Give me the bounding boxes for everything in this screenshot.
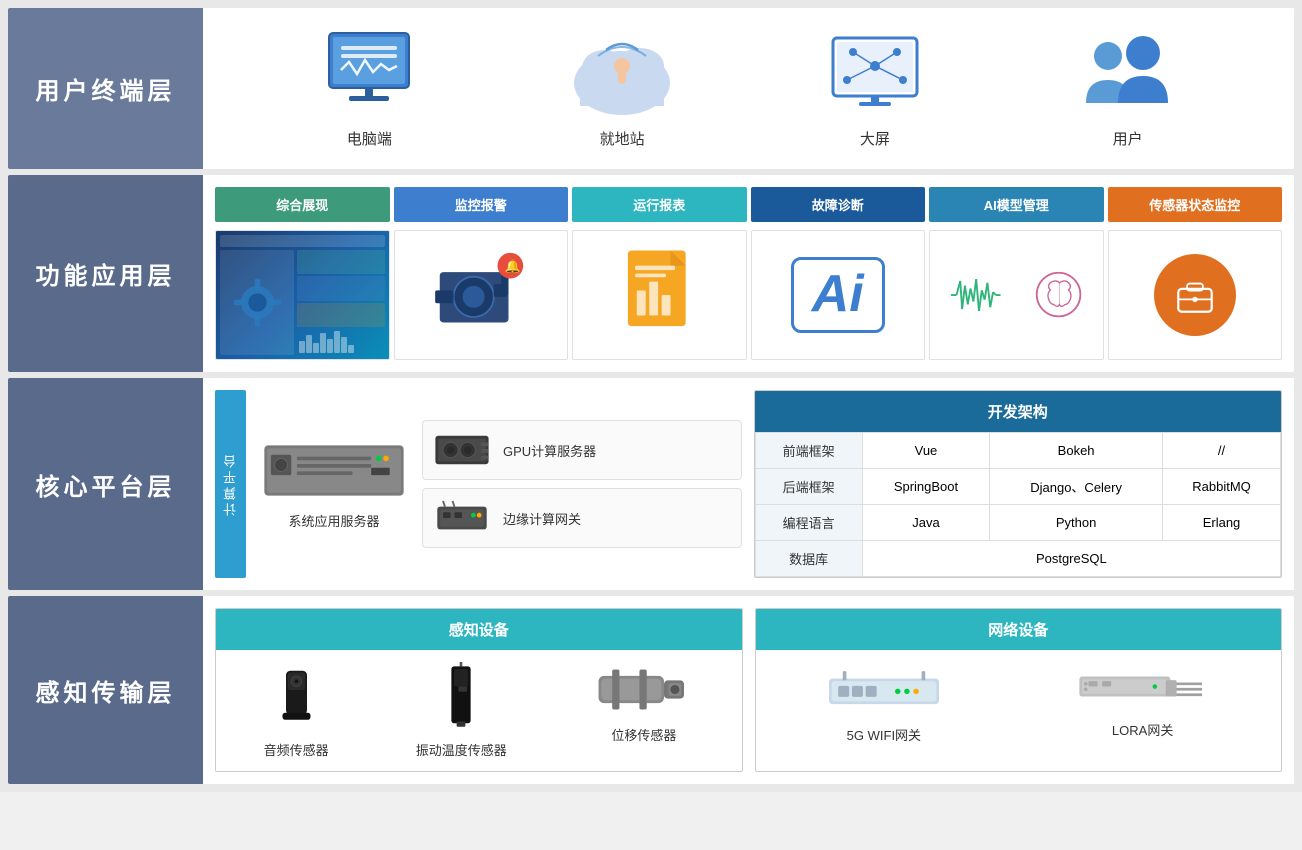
network-items: 5G WIFI网关 [756, 650, 1282, 756]
func-header-row: 综合展现 监控报警 运行报表 故障诊断 AI模型管理 传感器状态监控 [215, 187, 1282, 222]
func-header-ai: AI模型管理 [929, 187, 1104, 222]
main-container: 用户终端层 [0, 0, 1302, 792]
audio-sensor-label: 音频传感器 [264, 740, 329, 759]
terminal-layer-content: 电脑端 [203, 8, 1294, 169]
vibration-sensor-item: 振动温度传感器 [416, 662, 507, 759]
func-header-yunxing: 运行报表 [572, 187, 747, 222]
func-header-zonghe: 综合展现 [215, 187, 390, 222]
func-item-zonghe [215, 230, 390, 360]
audio-sensor-item: 音频传感器 [264, 662, 329, 759]
server-app-label: 系统应用服务器 [288, 511, 379, 530]
compute-platform-section: 计算平台 [215, 390, 742, 578]
func-item-sensor [1108, 230, 1283, 360]
users-label: 用户 [1113, 128, 1143, 149]
func-header-jiankong: 监控报警 [394, 187, 569, 222]
func-layer-content: 综合展现 监控报警 运行报表 故障诊断 AI模型管理 传感器状态监控 [203, 175, 1294, 372]
terminal-item-touch: 就地站 [567, 28, 677, 149]
ai-label: Ai [791, 257, 885, 332]
core-inner: 计算平台 [215, 390, 1282, 578]
table-row: 数据库 PostgreSQL [755, 541, 1281, 577]
network-devices-header: 网络设备 [756, 609, 1282, 650]
func-item-guzhang: Ai [751, 230, 926, 360]
5g-gateway-item: 5G WIFI网关 [824, 662, 944, 744]
dashboard-preview [216, 231, 389, 359]
sensing-devices-section: 感知设备 音频传感器 [215, 608, 743, 772]
sensing-devices-header: 感知设备 [216, 609, 742, 650]
table-cell: Django、Celery [990, 469, 1163, 505]
sensor-layer-label: 感知传输层 [8, 596, 203, 784]
gpu-server-label: GPU计算服务器 [503, 441, 596, 460]
touch-icon [567, 28, 677, 118]
table-row: 后端框架 SpringBoot Django、Celery RabbitMQ [755, 469, 1281, 505]
table-cell: Java [862, 505, 990, 541]
svg-text:🔔: 🔔 [505, 258, 521, 273]
server-area: 系统应用服务器 [254, 390, 414, 578]
terminal-layer-row: 用户终端层 [8, 8, 1294, 169]
row-header: 数据库 [755, 541, 862, 577]
terminal-item-users: 用户 [1073, 28, 1183, 149]
func-item-yunxing [572, 230, 747, 360]
sensing-items: 音频传感器 [216, 650, 742, 771]
core-layer-row: 核心平台层 计算平台 [8, 378, 1294, 590]
func-item-ai [929, 230, 1104, 360]
users-icon [1073, 28, 1183, 118]
table-cell: SpringBoot [862, 469, 990, 505]
terminal-layer-label: 用户终端层 [8, 8, 203, 169]
dev-framework-table: 前端框架 Vue Bokeh // 后端框架 SpringBoot Django… [755, 432, 1282, 577]
sensor-layer-row: 感知传输层 感知设备 [8, 596, 1294, 784]
sensor-inner: 感知设备 音频传感器 [215, 608, 1282, 772]
bigscreen-icon [820, 28, 930, 118]
dev-framework-section: 开发架构 前端框架 Vue Bokeh // 后端框架 SpringB [754, 390, 1283, 578]
func-layer-row: 功能应用层 综合展现 监控报警 运行报表 故障诊断 AI模型管理 传感器状态监控 [8, 175, 1294, 372]
network-devices-section: 网络设备 [755, 608, 1283, 772]
table-cell: Python [990, 505, 1163, 541]
edge-gateway-label: 边缘计算网关 [503, 509, 581, 528]
terminal-item-computer: 电脑端 [314, 28, 424, 149]
core-layer-content: 计算平台 [203, 378, 1294, 590]
func-layer-label: 功能应用层 [8, 175, 203, 372]
table-row: 前端框架 Vue Bokeh // [755, 433, 1281, 469]
computer-label: 电脑端 [347, 128, 392, 149]
table-cell: Erlang [1163, 505, 1281, 541]
func-header-sensor: 传感器状态监控 [1108, 187, 1283, 222]
compute-right-items: GPU计算服务器 [422, 390, 742, 578]
compute-platform-label: 计算平台 [215, 390, 246, 578]
gpu-server-item: GPU计算服务器 [422, 420, 742, 480]
table-row: 编程语言 Java Python Erlang [755, 505, 1281, 541]
func-header-guzhang: 故障诊断 [751, 187, 926, 222]
row-header: 编程语言 [755, 505, 862, 541]
lora-gateway-label: LORA网关 [1112, 720, 1173, 739]
computer-icon [314, 28, 424, 118]
core-layer-label: 核心平台层 [8, 378, 203, 590]
edge-gateway-item: 边缘计算网关 [422, 488, 742, 548]
table-cell: Vue [862, 433, 990, 469]
row-header: 后端框架 [755, 469, 862, 505]
row-header: 前端框架 [755, 433, 862, 469]
table-cell-db: PostgreSQL [862, 541, 1280, 577]
displacement-sensor-label: 位移传感器 [611, 725, 676, 744]
vibration-sensor-label: 振动温度传感器 [416, 740, 507, 759]
table-cell: Bokeh [990, 433, 1163, 469]
table-cell: RabbitMQ [1163, 469, 1281, 505]
sensor-layer-content: 感知设备 音频传感器 [203, 596, 1294, 784]
lora-gateway-item: LORA网关 [1073, 662, 1213, 744]
displacement-sensor-item: 位移传感器 [594, 662, 694, 759]
sensor-badge-icon [1154, 254, 1236, 336]
func-item-jiankong: 🔔 [394, 230, 569, 360]
dev-framework-title: 开发架构 [755, 391, 1282, 432]
touch-label: 就地站 [600, 128, 645, 149]
table-cell: // [1163, 433, 1281, 469]
bigscreen-label: 大屏 [860, 128, 890, 149]
func-content-row: 🔔 [215, 230, 1282, 360]
5g-gateway-label: 5G WIFI网关 [847, 725, 921, 744]
terminal-item-bigscreen: 大屏 [820, 28, 930, 149]
